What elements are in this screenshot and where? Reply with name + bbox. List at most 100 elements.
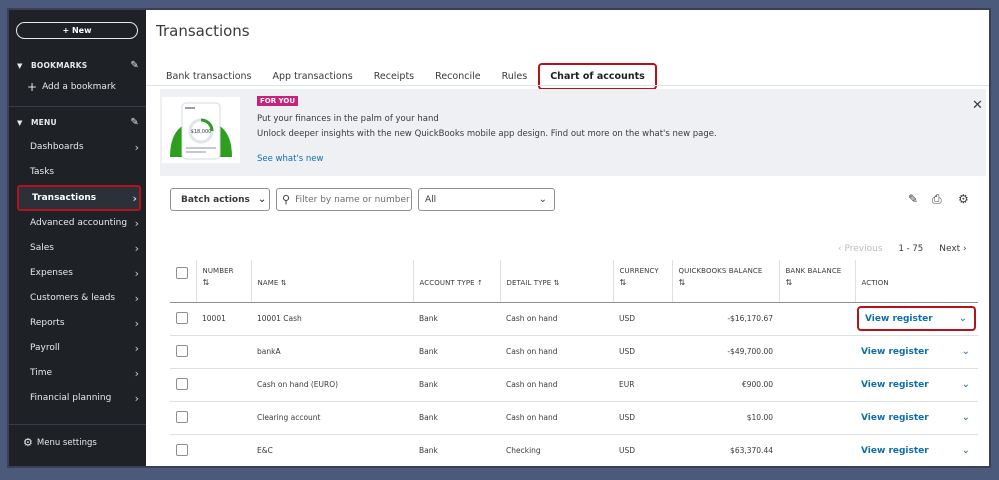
edit-menu-pencil-icon[interactable]: ✎ [130,117,139,128]
bookmarks-section-header[interactable]: ▼ BOOKMARKS ✎ [17,60,139,71]
table-row[interactable]: E&C Bank Checking USD $63,370.44 View re… [170,434,978,466]
select-all-checkbox[interactable] [176,267,188,279]
sidebar-divider [9,424,146,425]
header-label: ACTION [861,279,889,287]
next-page-button[interactable]: Next › [939,244,966,254]
cell-quickbooks-balance: -$16,170.67 [672,302,779,336]
sidebar-item-label: Advanced accounting [30,218,128,228]
cell-bank-balance [779,434,855,466]
view-register-button[interactable]: View register [861,347,929,357]
sidebar-item-sales[interactable]: Sales › [17,237,141,259]
chevron-down-icon[interactable]: ⌄ [962,445,970,456]
page-title: Transactions [156,22,250,40]
view-register-button[interactable]: View register [861,380,929,390]
sidebar-item-payroll[interactable]: Payroll › [17,337,141,359]
cell-currency: EUR [613,368,672,402]
search-icon: ⚲ [282,193,291,206]
cell-action: View register ⌄ [855,335,978,369]
tab-rules[interactable]: Rules [502,71,528,82]
sidebar-item-advanced-accounting[interactable]: Advanced accounting › [17,212,141,234]
banner-title: Put your finances in the palm of your ha… [257,114,439,124]
row-checkbox[interactable] [176,344,188,357]
filter-search-input[interactable]: ⚲ Filter by name or number [276,188,412,211]
sidebar-item-time[interactable]: Time › [17,362,141,384]
cell-account-type: Bank [413,302,500,336]
column-header-account-type[interactable]: ACCOUNT TYPE ↑ [413,260,501,303]
see-whats-new-link[interactable]: See what's new [257,154,323,164]
chevron-right-icon: › [134,266,139,280]
tab-app-transactions[interactable]: App transactions [273,71,353,82]
row-checkbox[interactable] [176,410,188,423]
promo-banner: $18,000 FOR YOU Put your finances in the… [160,89,986,176]
sidebar-item-reports[interactable]: Reports › [17,312,141,334]
add-bookmark-link[interactable]: + Add a bookmark [27,81,116,93]
sidebar-item-customers-leads[interactable]: Customers & leads › [17,287,141,309]
cell-quickbooks-balance: €900.00 [672,368,779,402]
table-row[interactable]: Clearing account Bank Cash on hand USD $… [170,401,978,435]
sidebar-item-dashboards[interactable]: Dashboards › [17,136,141,158]
cell-bank-balance [779,401,855,435]
sidebar-item-label: Dashboards [30,142,84,152]
previous-page-button[interactable]: ‹ Previous [838,244,883,254]
account-filter-select[interactable]: All ⌄ [418,188,555,211]
view-register-button[interactable]: View register [861,446,929,456]
sort-icon: ⇅ [202,278,210,287]
chevron-down-icon: ▼ [17,61,23,70]
view-register-button[interactable]: View register [861,413,929,423]
cell-account-type: Bank [413,434,500,466]
sort-icon: ⇅ [619,278,627,287]
new-button[interactable]: + New [16,22,138,39]
chevron-down-icon[interactable]: ⌄ [962,379,970,390]
column-header-bank-balance[interactable]: BANK BALANCE ⇅ [779,260,856,303]
header-label: ACCOUNT TYPE [419,279,475,287]
chevron-down-icon[interactable]: ⌄ [962,346,970,357]
next-label: Next [939,244,961,254]
row-checkbox[interactable] [176,377,188,390]
menu-settings-button[interactable]: ⚙ Menu settings [23,436,97,449]
chevron-right-icon: › [132,191,137,205]
table-row[interactable]: 10001 10001 Cash Bank Cash on hand USD -… [170,302,978,336]
menu-section-header[interactable]: ▼ MENU ✎ [17,117,139,128]
settings-gear-icon[interactable]: ⚙ [958,192,969,206]
cell-detail-type: Checking [500,434,613,466]
row-checkbox[interactable] [176,311,188,324]
close-icon[interactable]: ✕ [972,98,983,113]
tab-receipts[interactable]: Receipts [374,71,414,82]
sidebar-item-tasks[interactable]: Tasks [17,161,141,183]
cell-bank-balance [779,302,855,336]
select-all-header [170,260,197,303]
chevron-down-icon[interactable]: ⌄ [959,313,967,324]
tab-bank-transactions[interactable]: Bank transactions [166,71,252,82]
sort-icon: ⇅ [280,279,287,287]
column-header-quickbooks-balance[interactable]: QUICKBOOKS BALANCE ⇅ [672,260,780,303]
batch-actions-button[interactable]: Batch actions ⌄ [170,188,270,211]
sidebar-item-label: Sales [30,243,54,253]
table-row[interactable]: bankA Bank Cash on hand USD -$49,700.00 … [170,335,978,369]
sidebar-item-transactions[interactable]: Transactions › [17,185,141,211]
sidebar: + New ▼ BOOKMARKS ✎ + Add a bookmark ▼ M… [9,10,146,466]
phone-value: $18,000 [191,129,212,135]
tab-reconcile[interactable]: Reconcile [435,71,480,82]
edit-pencil-icon[interactable]: ✎ [908,192,918,206]
cell-action: View register ⌄ [855,434,978,466]
chevron-right-icon: › [134,216,139,230]
cell-detail-type: Cash on hand [500,335,613,369]
view-register-button[interactable]: View register [865,314,933,324]
column-header-action: ACTION [855,260,978,303]
column-header-name[interactable]: NAME ⇅ [251,260,414,303]
sidebar-item-financial-planning[interactable]: Financial planning › [17,387,141,409]
cell-bank-balance [779,368,855,402]
cell-quickbooks-balance: -$49,700.00 [672,335,779,369]
table-row[interactable]: Cash on hand (EURO) Bank Cash on hand EU… [170,368,978,402]
row-checkbox[interactable] [176,443,188,456]
edit-bookmarks-pencil-icon[interactable]: ✎ [130,60,139,71]
sidebar-item-expenses[interactable]: Expenses › [17,262,141,284]
cell-currency: USD [613,302,672,336]
print-icon[interactable]: ⎙ [932,192,942,207]
table-toolbar: Batch actions ⌄ ⚲ Filter by name or numb… [170,188,978,214]
cell-action: View register ⌄ [855,368,978,402]
column-header-currency[interactable]: CURRENCY ⇅ [613,260,673,303]
chevron-down-icon[interactable]: ⌄ [962,412,970,423]
column-header-detail-type[interactable]: DETAIL TYPE ⇅ [500,260,614,303]
column-header-number[interactable]: NUMBER ⇅ [196,260,252,303]
